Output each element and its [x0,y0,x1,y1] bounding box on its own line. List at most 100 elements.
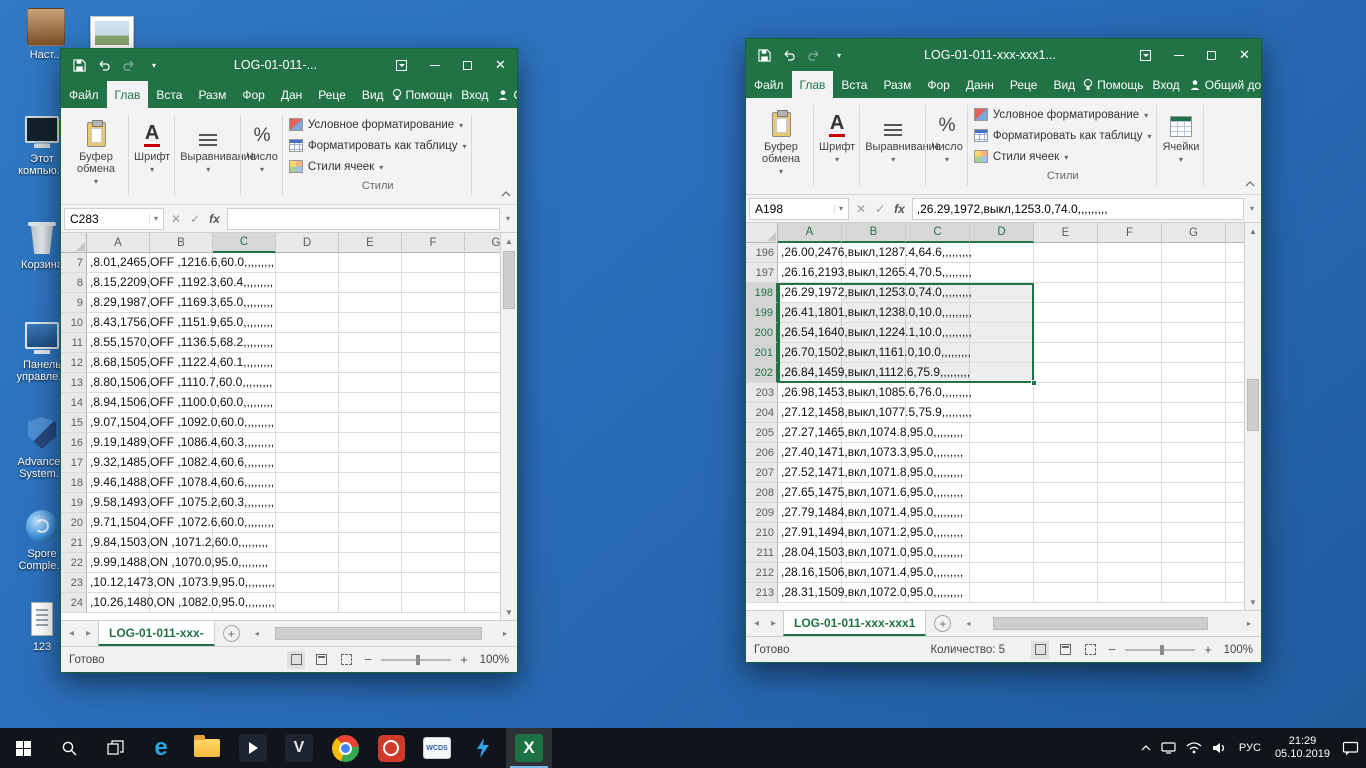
formula-bar[interactable] [227,208,500,230]
cancel-icon[interactable]: ✕ [171,212,181,226]
qat-customize-icon[interactable]: ▾ [142,52,166,78]
conditional-formatting-button[interactable]: Условное форматирование▾ [289,114,463,135]
ribbon-tab[interactable]: Файл [746,71,792,98]
network-button[interactable] [1156,728,1181,768]
ribbon-tab[interactable]: Файл [61,81,107,108]
row-header[interactable]: 24 [61,593,87,613]
sheet-row[interactable]: 12 ,8.68,1505,OFF ,1122.4,60.1,,,,,,,,, [61,353,500,373]
scroll-left-icon[interactable]: ◂ [961,619,975,628]
sign-in-button[interactable]: Вход [461,88,488,102]
name-box-dropdown-icon[interactable]: ▾ [149,214,158,223]
horizontal-scroll-thumb[interactable] [275,627,482,640]
maximize-button[interactable] [451,49,484,81]
zoom-level[interactable]: 100% [477,654,509,666]
number-group[interactable]: % Число▾ [926,100,968,192]
close-button[interactable]: ✕ [484,49,517,81]
select-all-corner[interactable] [746,223,778,243]
row-cells[interactable]: ,26.16,2193,выкл,1265.4,70.5,,,,,,,,, [778,263,1244,283]
chrome-button[interactable] [322,728,368,768]
row-header[interactable]: 198 [746,283,778,303]
zoom-in-button[interactable]: + [458,652,470,667]
alignment-group[interactable]: Выравнивание▾ [860,100,926,192]
row-header[interactable]: 21 [61,533,87,553]
language-indicator[interactable]: РУС [1232,742,1268,754]
sheet-nav-prev-icon[interactable]: ◂ [749,618,764,629]
row-cells[interactable]: ,26.00,2476,выкл,1287.4,64.6,,,,,,,,, [778,243,1244,263]
enter-icon[interactable]: ✓ [190,212,200,226]
sheet-row[interactable]: 13 ,8.80,1506,OFF ,1110.7,60.0,,,,,,,,, [61,373,500,393]
file-explorer-button[interactable] [184,728,230,768]
sheet-row[interactable]: 208 ,27.65,1475,вкл,1071.6,95.0,,,,,,,,, [746,483,1244,503]
add-sheet-button[interactable]: + [223,625,240,642]
row-header[interactable]: 16 [61,433,87,453]
video-app-button[interactable]: V [276,728,322,768]
row-header[interactable]: 204 [746,403,778,423]
ribbon-tab[interactable]: Вид [1045,71,1083,98]
sheet-row[interactable]: 213 ,28.31,1509,вкл,1072.0,95.0,,,,,,,,, [746,583,1244,603]
sheet-row[interactable]: 211 ,28.04,1503,вкл,1071.0,95.0,,,,,,,,, [746,543,1244,563]
font-group[interactable]: А Шрифт▾ [814,100,860,192]
row-cells[interactable]: ,27.40,1471,вкл,1073.3,95.0,,,,,,,,, [778,443,1244,463]
row-header[interactable]: 211 [746,543,778,563]
volume-button[interactable] [1207,728,1232,768]
zoom-out-button[interactable]: − [1106,642,1118,657]
sheet-row[interactable]: 17 ,9.32,1485,OFF ,1082.4,60.6,,,,,,,,, [61,453,500,473]
task-view-button[interactable] [92,728,138,768]
sign-in-button[interactable]: Вход [1153,78,1180,92]
sheet-row[interactable]: 198 ,26.29,1972,выкл,1253.0,74.0,,,,,,,,… [746,283,1244,303]
row-header[interactable]: 212 [746,563,778,583]
ribbon-tab[interactable]: Дан [273,81,310,108]
horizontal-scroll-thumb[interactable] [993,617,1208,630]
sheet-row[interactable]: 207 ,27.52,1471,вкл,1071.8,95.0,,,,,,,,, [746,463,1244,483]
row-header[interactable]: 8 [61,273,87,293]
row-header[interactable]: 9 [61,293,87,313]
font-group[interactable]: А Шрифт▾ [129,110,175,202]
column-header[interactable]: G [465,233,500,253]
scroll-down-icon[interactable]: ▼ [501,604,517,620]
share-button[interactable]: О [497,88,518,102]
scroll-down-icon[interactable]: ▼ [1245,594,1261,610]
sheet-tab[interactable]: LOG-01-011-xxx- [98,621,215,646]
page-break-view-icon[interactable] [1081,641,1099,659]
column-header[interactable]: E [1034,223,1098,243]
sheet-grid[interactable]: 7 ,8.01,2465,OFF ,1216.6,60.0,,,,,,,,, 8… [61,253,500,620]
minimize-button[interactable] [1162,39,1195,71]
sheet-row[interactable]: 10 ,8.43,1756,OFF ,1151.9,65.0,,,,,,,,, [61,313,500,333]
row-header[interactable]: 22 [61,553,87,573]
zoom-slider[interactable] [1125,649,1195,651]
zoom-slider-thumb[interactable] [1160,645,1164,655]
excel-taskbar-button[interactable]: X [506,728,552,768]
zoom-slider[interactable] [381,659,451,661]
ribbon-tab[interactable]: Разм [190,81,234,108]
row-header[interactable]: 208 [746,483,778,503]
name-box[interactable]: C283▾ [64,208,164,230]
row-cells[interactable]: ,27.79,1484,вкл,1071.4,95.0,,,,,,,,, [778,503,1244,523]
row-cells[interactable]: ,27.91,1494,вкл,1071.2,95.0,,,,,,,,, [778,523,1244,543]
row-header[interactable]: 12 [61,353,87,373]
column-header[interactable]: A [778,223,842,243]
row-cells[interactable]: ,8.15,2209,OFF ,1192.3,60.4,,,,,,,,, [87,273,500,293]
row-header[interactable]: 20 [61,513,87,533]
sheet-row[interactable]: 9 ,8.29,1987,OFF ,1169.3,65.0,,,,,,,,, [61,293,500,313]
column-header[interactable]: D [276,233,339,253]
row-cells[interactable]: ,9.99,1488,ON ,1070.0,95.0,,,,,,,,, [87,553,500,573]
row-cells[interactable]: ,8.43,1756,OFF ,1151.9,65.0,,,,,,,,, [87,313,500,333]
row-header[interactable]: 13 [61,373,87,393]
cells-group[interactable]: Ячейки▾ [1157,100,1204,192]
row-header[interactable]: 200 [746,323,778,343]
insert-function-icon[interactable]: fx [209,212,220,226]
row-header[interactable]: 196 [746,243,778,263]
ribbon-tab[interactable]: Глав [107,81,149,108]
row-cells[interactable]: ,8.94,1506,OFF ,1100.0,60.0,,,,,,,,, [87,393,500,413]
row-cells[interactable]: ,26.41,1801,выкл,1238.0,10.0,,,,,,,,, [778,303,1244,323]
scroll-up-icon[interactable]: ▲ [501,233,517,249]
row-cells[interactable]: ,10.26,1480,ON ,1082.0,95.0,,,,,,,,, [87,593,500,613]
name-box-dropdown-icon[interactable]: ▾ [834,204,843,213]
zoom-out-button[interactable]: − [362,652,374,667]
collapse-ribbon-icon[interactable] [1245,176,1255,190]
row-cells[interactable]: ,28.16,1506,вкл,1071.4,95.0,,,,,,,,, [778,563,1244,583]
zoom-in-button[interactable]: + [1202,642,1214,657]
tell-me-button[interactable]: Помощь [1083,78,1143,92]
page-break-view-icon[interactable] [337,651,355,669]
format-as-table-button[interactable]: Форматировать как таблицу▾ [289,135,467,156]
